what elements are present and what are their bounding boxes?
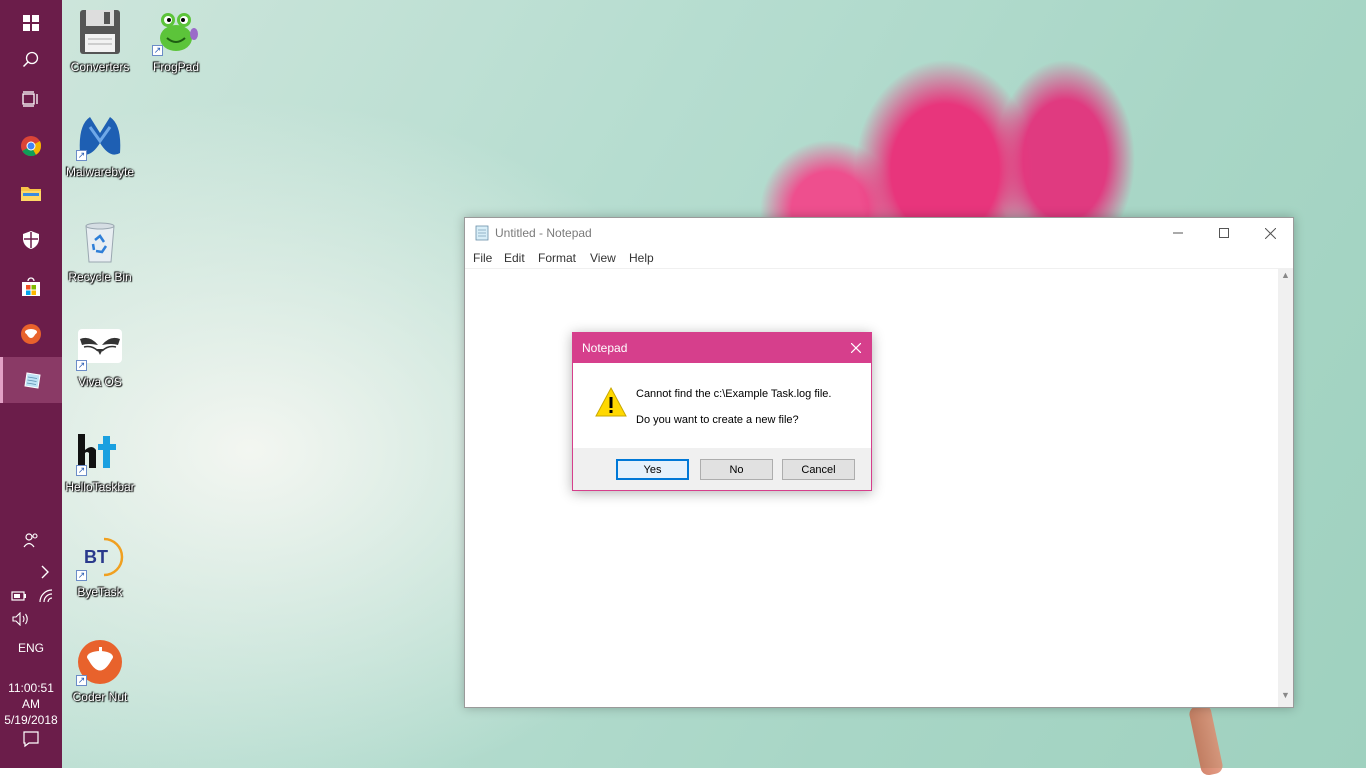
menu-view[interactable]: View [590,251,616,265]
coder-nut-taskbar-button[interactable] [0,311,62,357]
maximize-button[interactable] [1201,218,1247,248]
svg-text:BT: BT [84,547,108,567]
clock[interactable]: 11:00:51 AM 5/19/2018 [0,680,62,728]
desktop-icon-coder-nut[interactable]: ↗ Coder Nut [62,638,138,704]
security-button[interactable] [0,217,62,263]
volume-button[interactable] [10,610,32,628]
chrome-button[interactable] [0,123,62,169]
desktop-icon-viva-os[interactable]: ↗ Viva OS [62,323,138,389]
wifi-button[interactable] [36,587,56,605]
notepad-icon [475,225,489,241]
desktop-icon-label: Viva OS [78,375,122,389]
people-button[interactable] [20,530,42,550]
desktop-icon-recycle-bin[interactable]: Recycle Bin [62,218,138,284]
wifi-icon [39,589,53,603]
taskbar: ENG 11:00:51 AM 5/19/2018 [0,0,62,768]
task-view-button[interactable] [0,76,62,122]
dialog-message-line-1: Cannot find the c:\Example Task.log file… [636,388,832,400]
desktop-icon-label: Coder Nut [72,690,128,704]
folder-icon [21,187,41,201]
people-icon [23,533,38,548]
message-dialog: Notepad Cannot find the c:\Example Task.… [572,332,872,491]
window-title: Untitled - Notepad [495,226,592,240]
dialog-message-line-2: Do you want to create a new file? [636,414,799,426]
desktop-icon-label: HelloTaskbar [65,480,135,494]
close-icon [851,343,861,353]
shortcut-arrow-icon: ↗ [76,465,87,476]
action-center-button[interactable] [21,729,41,749]
desktop-icon-label: Converters [70,60,130,74]
notepad-taskbar-button[interactable] [0,357,62,403]
vertical-scrollbar[interactable]: ▲ ▼ [1278,268,1293,707]
dialog-button-bar: Yes No Cancel [573,448,871,490]
menu-help[interactable]: Help [629,251,654,265]
acorn-icon [21,324,41,344]
scroll-up-arrow-icon[interactable]: ▲ [1278,270,1293,285]
shortcut-arrow-icon: ↗ [152,45,163,56]
speaker-icon [12,612,28,626]
clock-time: 11:00:51 AM [8,681,54,711]
menu-format[interactable]: Format [538,251,576,265]
desktop-icon-frogpad[interactable]: ↗ FrogPad [138,8,214,74]
minimize-button[interactable] [1155,218,1201,248]
notification-icon [23,731,39,748]
dialog-close-button[interactable] [841,333,871,363]
shortcut-arrow-icon: ↗ [76,570,87,581]
shield-icon [23,231,39,249]
store-button[interactable] [0,264,62,310]
file-explorer-button[interactable] [0,170,62,216]
show-hidden-icons-button[interactable] [36,562,54,582]
notepad-icon [23,372,41,389]
desktop-icon-converters[interactable]: Converters [62,8,138,74]
clock-date: 5/19/2018 [4,713,58,727]
chevron-right-icon [41,565,49,579]
desktop-icon-label: ByeTask [77,585,123,599]
shortcut-arrow-icon: ↗ [76,360,87,371]
menu-edit[interactable]: Edit [504,251,525,265]
desktop-icon-label: Malwarebyte [65,165,135,179]
desktop-icon-label: FrogPad [152,60,200,74]
dialog-titlebar[interactable]: Notepad [573,333,871,363]
desktop-icon-byetask[interactable]: BT ↗ ByeTask [62,533,138,599]
desktop-icon-malwarebytes[interactable]: ↗ Malwarebyte [62,113,138,179]
battery-icon [11,591,26,601]
warning-icon [595,386,627,417]
yes-button[interactable]: Yes [616,459,689,480]
cancel-button[interactable]: Cancel [782,459,855,480]
no-button[interactable]: No [700,459,773,480]
desktop-icon-label: Recycle Bin [68,270,132,284]
recycle-bin-icon [85,222,115,263]
store-icon [22,277,40,296]
floppy-disk-icon [80,10,120,54]
dialog-title: Notepad [582,341,628,355]
maximize-icon [1219,228,1229,238]
menu-file[interactable]: File [473,251,492,265]
scroll-down-arrow-icon[interactable]: ▼ [1278,690,1293,705]
notepad-titlebar[interactable]: Untitled - Notepad [465,218,1293,248]
shortcut-arrow-icon: ↗ [76,150,87,161]
close-button[interactable] [1247,218,1293,248]
flower-stem [1187,703,1225,777]
shortcut-arrow-icon: ↗ [76,675,87,686]
minimize-icon [1173,232,1183,234]
language-indicator[interactable]: ENG [0,641,62,655]
chrome-icon [21,136,42,157]
battery-button[interactable] [10,587,30,605]
task-view-icon [22,91,38,107]
windows-logo-icon [23,15,39,31]
desktop-icon-hellotaskbar[interactable]: ↗ HelloTaskbar [62,428,138,494]
search-icon [22,51,39,68]
close-icon [1264,227,1276,239]
menu-bar: File Edit Format View Help [465,248,1293,269]
